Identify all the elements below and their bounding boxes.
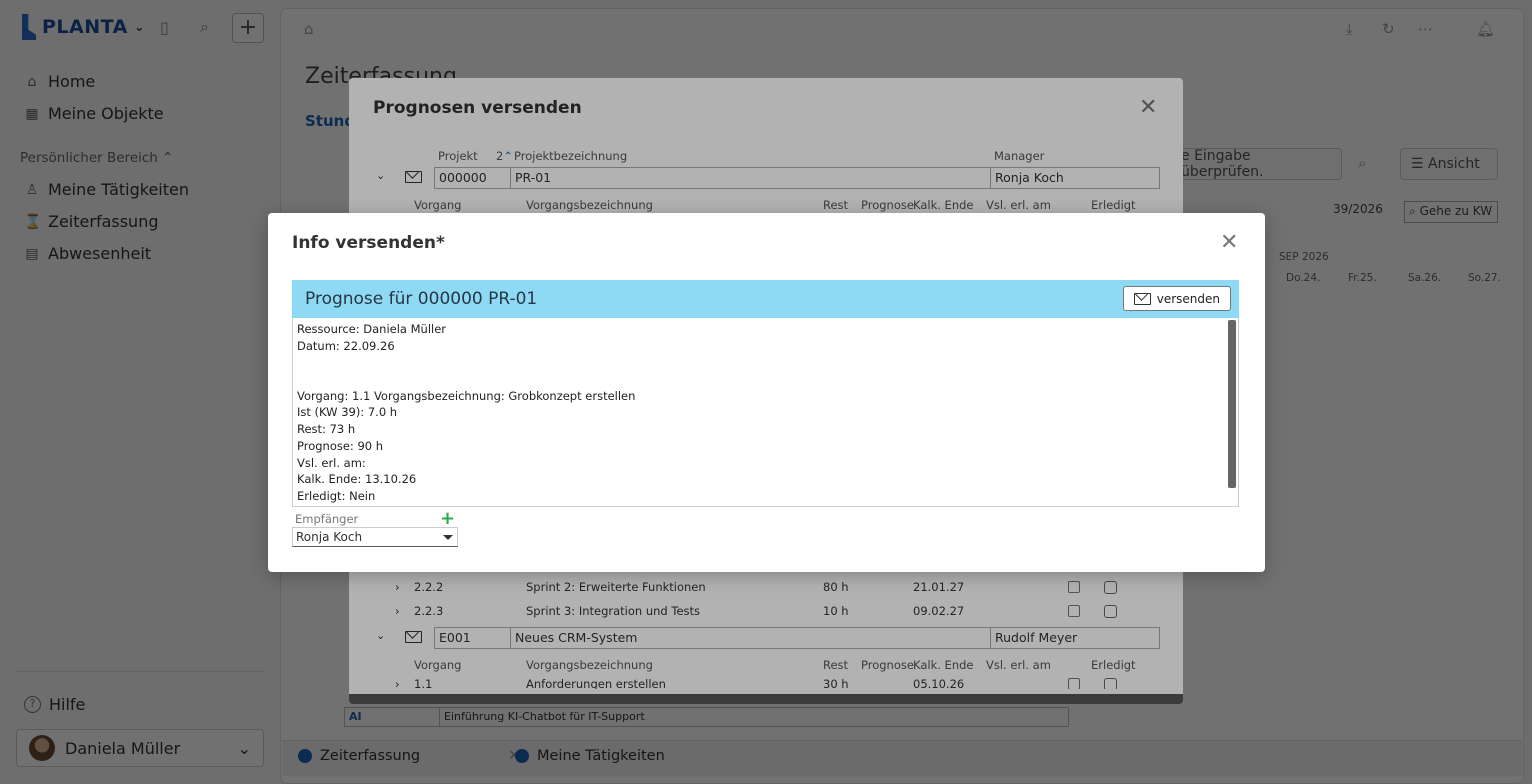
message-line: Ist (KW 39): 7.0 h: [297, 405, 398, 419]
send-button[interactable]: versenden: [1122, 286, 1231, 311]
dialog-info-versenden: Info versenden* ✕ Prognose für 000000 PR…: [268, 213, 1265, 572]
message-line: Datum: 22.09.26: [297, 339, 395, 353]
send-label: versenden: [1156, 291, 1220, 306]
dropdown-caret-icon: [443, 535, 453, 540]
dialog-title: Info versenden*: [292, 233, 445, 253]
add-recipient-icon[interactable]: +: [440, 508, 455, 529]
message-line: Vorgang: 1.1 Vorgangsbezeichnung: Grobko…: [297, 389, 636, 403]
recipient-select[interactable]: Ronja Koch: [292, 527, 458, 547]
message-banner: Prognose für 000000 PR-01 versenden: [292, 280, 1239, 318]
recipient-label: Empfänger: [295, 512, 359, 526]
message-line: Erledigt: Nein: [297, 489, 376, 503]
vertical-scrollbar[interactable]: [1228, 320, 1236, 488]
mail-icon: [1133, 292, 1151, 305]
message-line: Vsl. erl. am:: [297, 456, 366, 470]
banner-title: Prognose für 000000 PR-01: [305, 289, 538, 309]
message-body[interactable]: Ressource: Daniela Müller Datum: 22.09.2…: [292, 318, 1239, 507]
message-line: Prognose: 90 h: [297, 439, 384, 453]
message-line: Kalk. Ende: 13.10.26: [297, 472, 417, 486]
close-icon[interactable]: ✕: [1220, 230, 1238, 255]
message-line: Ressource: Daniela Müller: [297, 322, 447, 336]
message-line: Rest: 73 h: [297, 422, 356, 436]
recipient-value: Ronja Koch: [296, 530, 363, 544]
